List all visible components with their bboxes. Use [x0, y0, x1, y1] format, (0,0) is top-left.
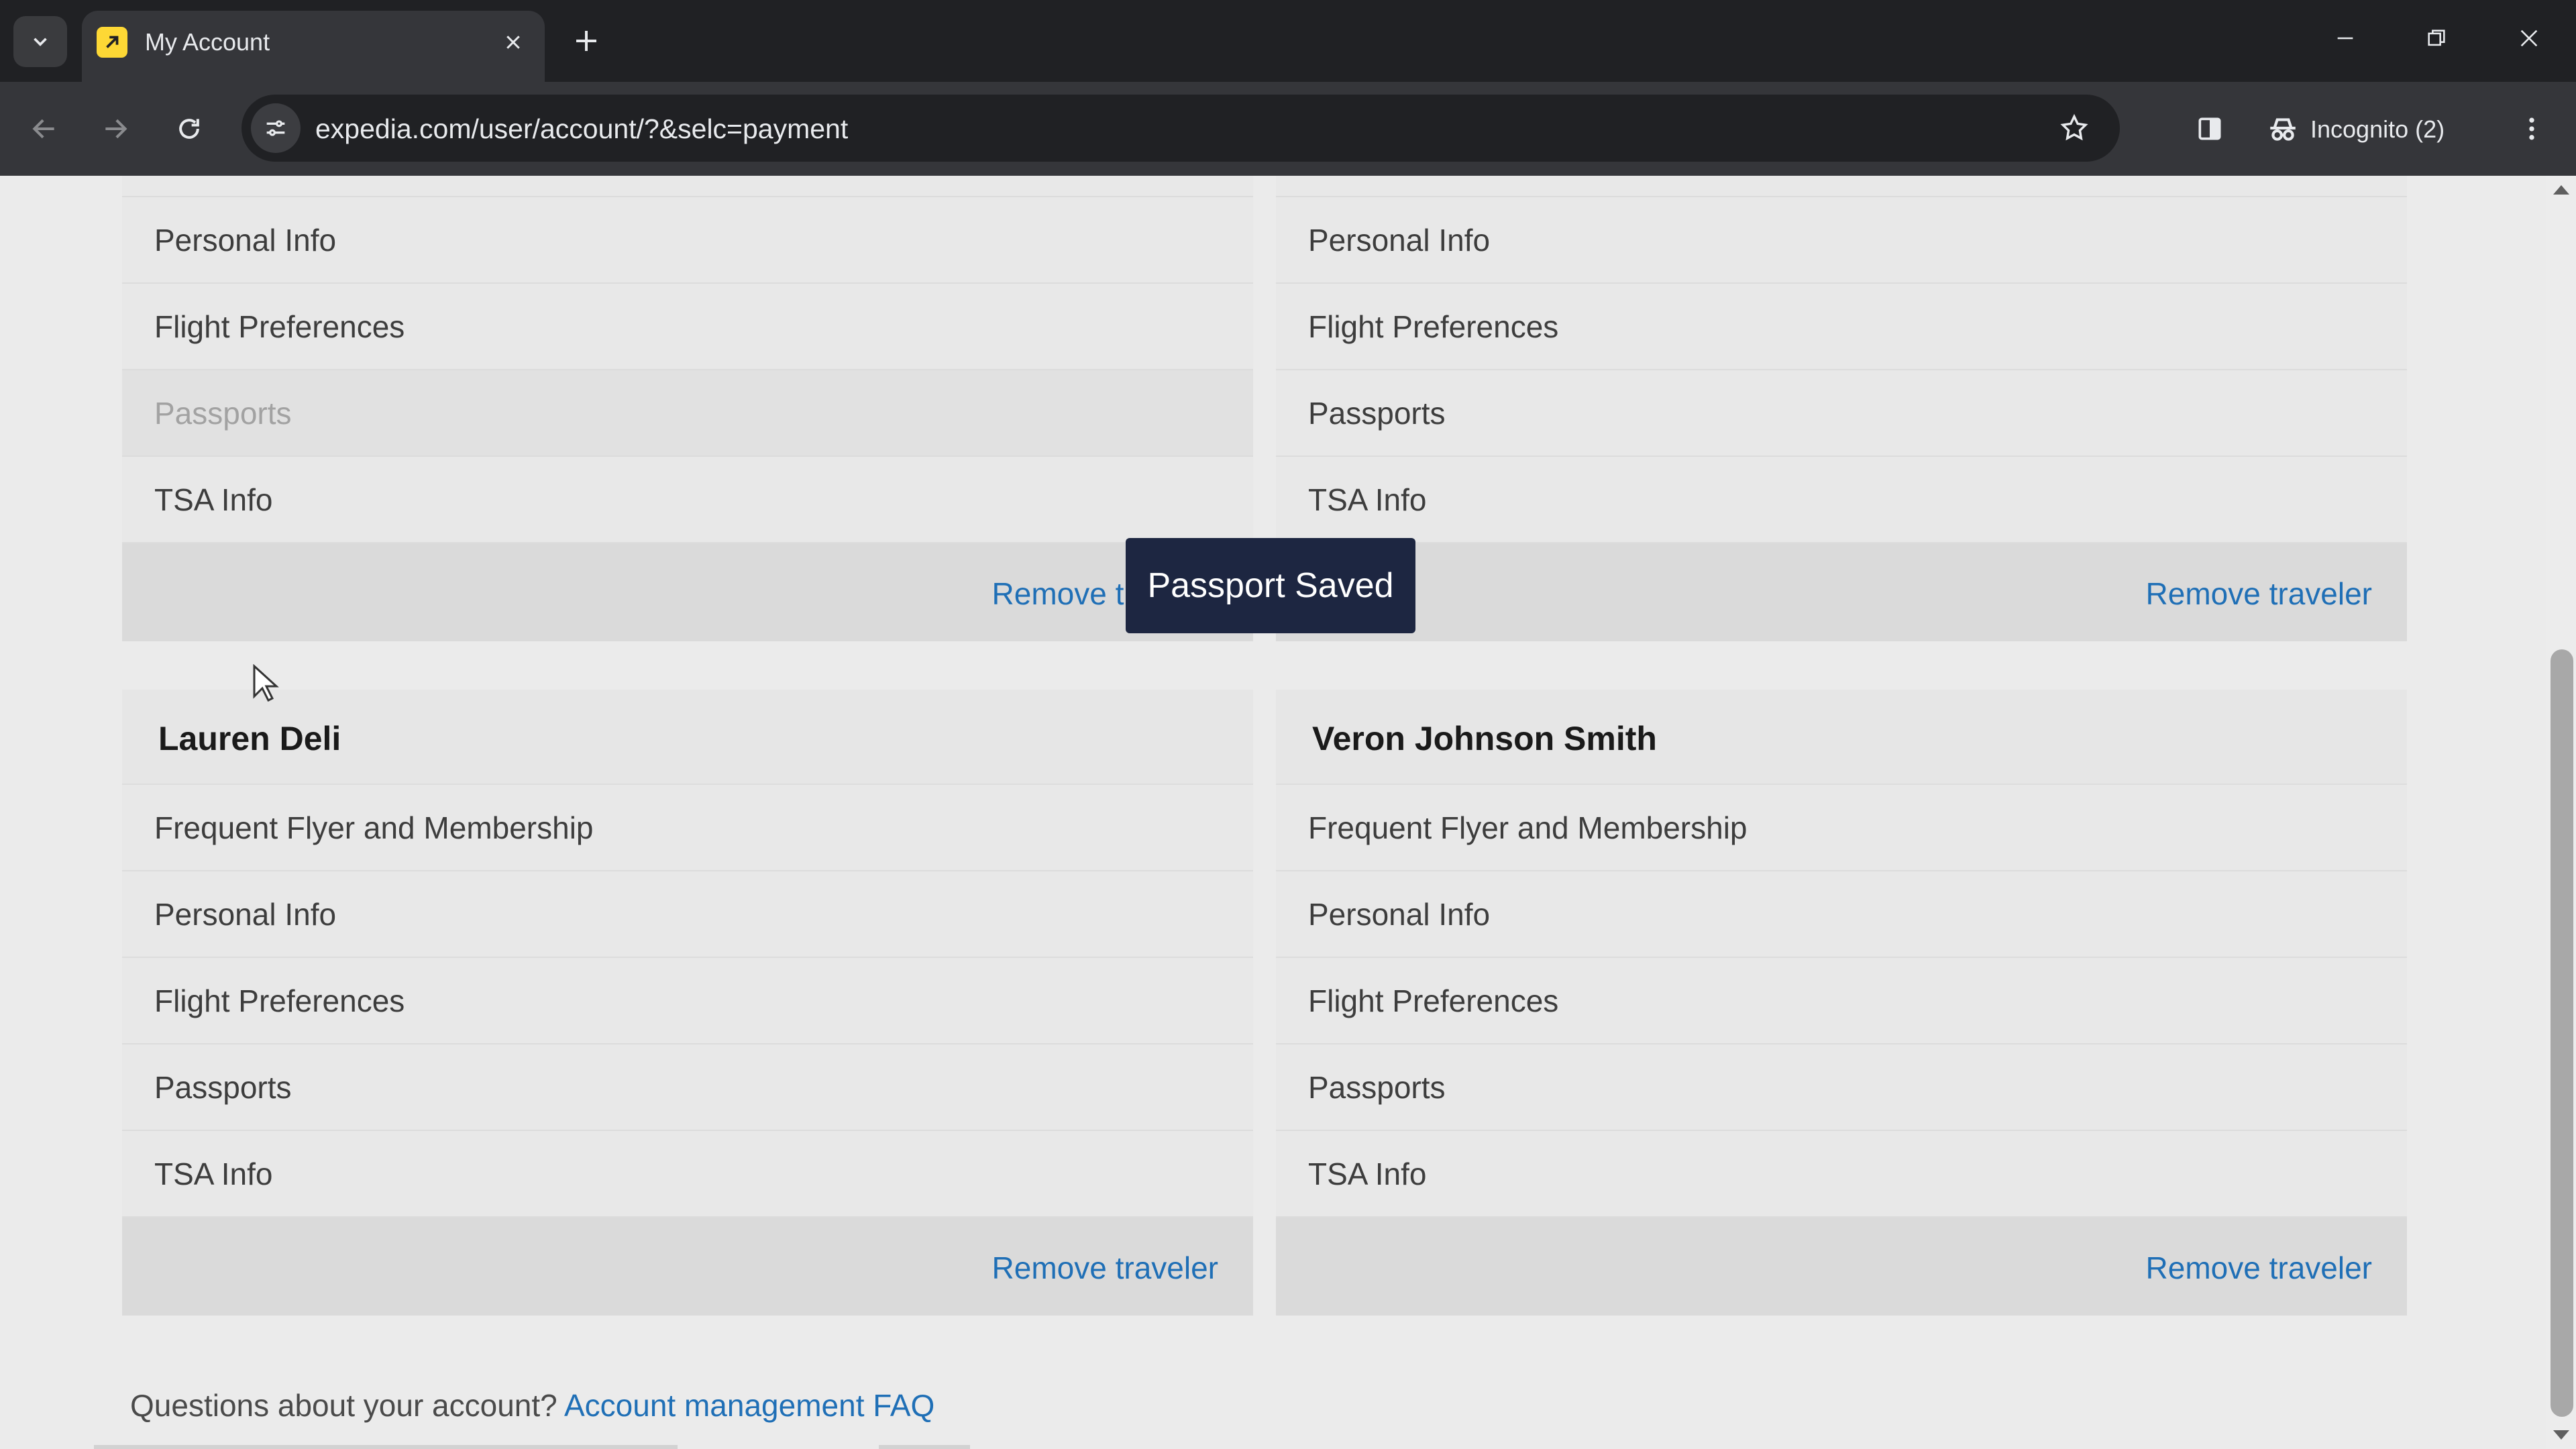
restore-icon — [2428, 30, 2445, 46]
new-tab-button[interactable] — [562, 19, 610, 63]
row-flight-preferences[interactable]: Flight Preferences — [1276, 284, 2407, 370]
traveler-card-veron-johnson-smith: Veron Johnson Smith Frequent Flyer and M… — [1276, 690, 2407, 1316]
row-flight-preferences[interactable]: Flight Preferences — [122, 958, 1253, 1044]
row-label: Flight Preferences — [154, 309, 405, 344]
row-tsa-info[interactable]: TSA Info — [122, 457, 1253, 543]
expedia-favicon-icon — [97, 27, 127, 58]
browser-tab-strip: My Account — [0, 0, 2576, 82]
minimize-button[interactable] — [2312, 15, 2379, 62]
row-label: Flight Preferences — [1308, 983, 1559, 1018]
close-icon — [2520, 30, 2538, 47]
traveler-card: Personal Info Flight Preferences Passpor… — [122, 176, 1253, 641]
row-label: Frequent Flyer and Membership — [1308, 810, 1748, 845]
row-label: Personal Info — [1308, 897, 1491, 932]
row-label: Passports — [1308, 1070, 1446, 1105]
browser-toolbar: expedia.com/user/account/?&selc=payment … — [0, 82, 2576, 176]
browser-tab-active[interactable]: My Account — [82, 11, 545, 82]
passport-saved-toast: Passport Saved — [1126, 538, 1415, 633]
row-label: Personal Info — [154, 223, 337, 258]
row-label: Flight Preferences — [1308, 309, 1559, 344]
row-frequent-flyer[interactable]: Frequent Flyer and Membership — [1276, 785, 2407, 871]
card-footer: Remove traveler — [1276, 1218, 2407, 1316]
back-button[interactable] — [20, 105, 68, 153]
row-label: TSA Info — [1308, 1157, 1427, 1191]
minimize-icon — [2337, 37, 2353, 40]
plus-icon — [576, 31, 596, 51]
row-personal-info[interactable]: Personal Info — [122, 871, 1253, 958]
divider — [94, 1445, 678, 1449]
remove-traveler-link[interactable]: Remove traveler — [2146, 576, 2372, 612]
row-label: Personal Info — [154, 897, 337, 932]
help-question: Questions about your account? — [130, 1388, 557, 1423]
incognito-indicator[interactable]: Incognito (2) — [2266, 102, 2474, 157]
row-personal-info[interactable]: Personal Info — [1276, 197, 2407, 284]
scroll-up-arrow-icon[interactable] — [2553, 185, 2569, 195]
account-help-line: Questions about your account? Account ma… — [130, 1387, 934, 1424]
row-label: Passports — [1308, 396, 1446, 431]
page-scrollbar[interactable] — [2546, 176, 2576, 1449]
star-icon — [2060, 113, 2088, 141]
remove-traveler-link[interactable]: Remove traveler — [2146, 1250, 2372, 1286]
reload-icon — [179, 119, 199, 139]
incognito-label: Incognito (2) — [2310, 115, 2445, 143]
tab-title: My Account — [145, 28, 270, 56]
row-passports[interactable]: Passports — [1276, 1044, 2407, 1131]
row-personal-info[interactable]: Personal Info — [1276, 871, 2407, 958]
traveler-card-lauren-deli: Lauren Deli Frequent Flyer and Membershi… — [122, 690, 1253, 1316]
card-footer: Remove traveler — [122, 543, 1253, 641]
divider — [879, 1445, 970, 1449]
url-text: expedia.com/user/account/?&selc=payment — [315, 113, 849, 144]
scroll-thumb[interactable] — [2551, 649, 2573, 1417]
arrow-left-icon — [32, 119, 54, 139]
traveler-name: Lauren Deli — [158, 720, 341, 757]
row-passports[interactable]: Passports — [1276, 370, 2407, 457]
tab-search-button[interactable] — [13, 16, 67, 67]
row-label: TSA Info — [154, 482, 273, 517]
row-tsa-info[interactable]: TSA Info — [1276, 1131, 2407, 1218]
row-label: Personal Info — [1308, 223, 1491, 258]
arrow-right-icon — [105, 119, 127, 139]
mouse-cursor-icon — [253, 664, 279, 702]
row-passports[interactable]: Passports — [122, 370, 1253, 457]
card-footer: Remove traveler — [122, 1218, 1253, 1316]
card-footer: Remove traveler — [1276, 543, 2407, 641]
row-label: TSA Info — [154, 1157, 273, 1191]
row-label: Passports — [154, 396, 292, 431]
row-flight-preferences[interactable]: Flight Preferences — [1276, 958, 2407, 1044]
row-label: Frequent Flyer and Membership — [154, 810, 594, 845]
reload-button[interactable] — [165, 105, 213, 153]
site-settings-button[interactable] — [251, 103, 301, 153]
row-label: Passports — [154, 1070, 292, 1105]
restore-button[interactable] — [2403, 15, 2470, 62]
row-flight-preferences[interactable]: Flight Preferences — [122, 284, 1253, 370]
row-frequent-flyer[interactable]: Frequent Flyer and Membership — [122, 785, 1253, 871]
row-tsa-info[interactable]: TSA Info — [1276, 457, 2407, 543]
remove-traveler-link[interactable]: Remove traveler — [992, 1250, 1218, 1286]
kebab-menu-icon — [2529, 117, 2534, 140]
side-panel-button[interactable] — [2186, 105, 2234, 153]
forward-button[interactable] — [91, 105, 140, 153]
close-tab-icon[interactable] — [495, 24, 531, 60]
browser-menu-button[interactable] — [2508, 105, 2556, 153]
tune-icon — [266, 120, 285, 136]
toast-message: Passport Saved — [1147, 566, 1394, 605]
chevron-down-icon — [34, 38, 47, 46]
row-label: TSA Info — [1308, 482, 1427, 517]
account-faq-link[interactable]: Account management FAQ — [564, 1388, 934, 1423]
incognito-icon — [2270, 118, 2296, 141]
row-passports[interactable]: Passports — [122, 1044, 1253, 1131]
side-panel-icon — [2198, 117, 2221, 140]
row-tsa-info[interactable]: TSA Info — [122, 1131, 1253, 1218]
row-personal-info[interactable]: Personal Info — [122, 197, 1253, 284]
address-bar[interactable]: expedia.com/user/account/?&selc=payment — [241, 95, 2120, 162]
traveler-card: Personal Info Flight Preferences Passpor… — [1276, 176, 2407, 641]
card-header: Lauren Deli — [122, 690, 1253, 785]
card-header: Veron Johnson Smith — [1276, 690, 2407, 785]
close-window-button[interactable] — [2496, 15, 2563, 62]
row-label: Flight Preferences — [154, 983, 405, 1018]
scroll-down-arrow-icon[interactable] — [2553, 1430, 2569, 1440]
bookmark-star-button[interactable] — [2051, 105, 2097, 151]
traveler-name: Veron Johnson Smith — [1312, 720, 1657, 757]
